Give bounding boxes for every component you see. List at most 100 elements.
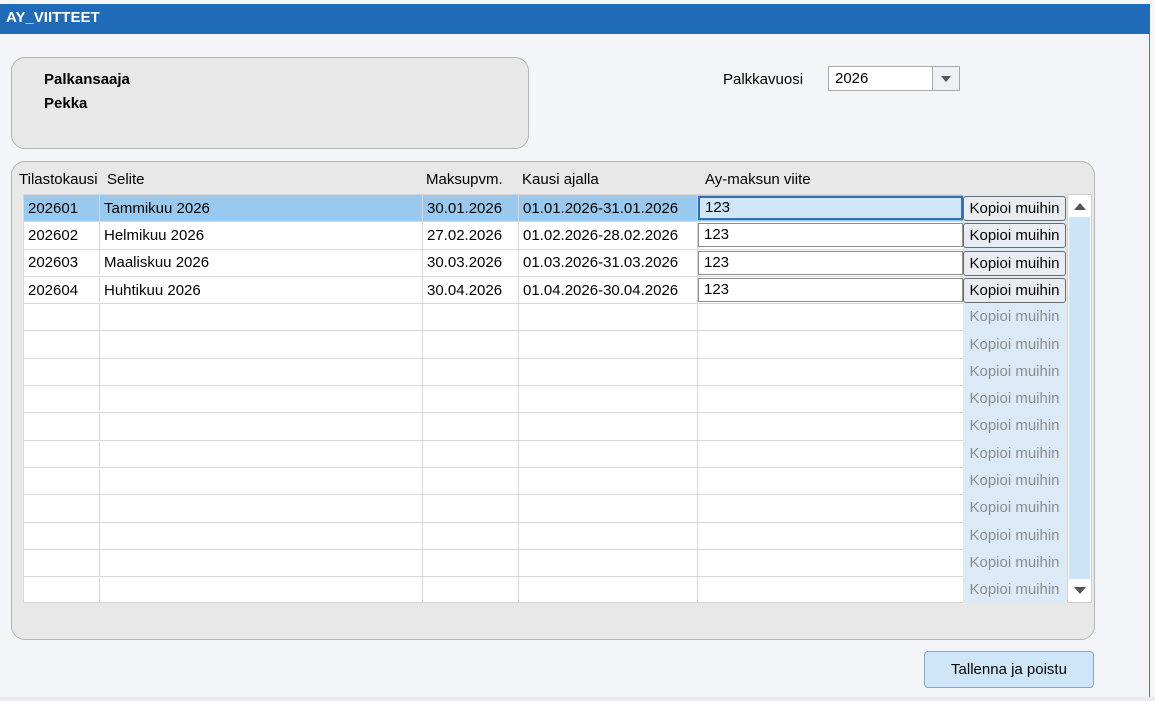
cell-selite xyxy=(99,303,423,332)
copy-to-others-button[interactable]: Kopioi muihin xyxy=(963,223,1066,248)
save-and-exit-button[interactable]: Tallenna ja poistu xyxy=(924,651,1094,688)
scrollbar-track[interactable] xyxy=(1069,217,1090,579)
scroll-up-icon[interactable] xyxy=(1074,203,1086,210)
cell-kausi: 01.04.2026-30.04.2026 xyxy=(518,275,698,305)
cell-maksupvm xyxy=(422,576,519,604)
cell-maksupvm xyxy=(422,466,519,496)
cell-kausi xyxy=(518,385,698,414)
cell-viite[interactable] xyxy=(697,548,964,578)
cell-viite[interactable]: 123 xyxy=(697,248,964,277)
cell-selite xyxy=(99,357,423,387)
table-row[interactable] xyxy=(23,412,964,441)
year-value: 2026 xyxy=(835,70,869,87)
cell-maksupvm: 30.01.2026 xyxy=(422,193,519,223)
cell-viite[interactable]: 123 xyxy=(697,221,964,250)
cell-selite xyxy=(99,330,423,359)
scroll-down-icon[interactable] xyxy=(1074,587,1086,594)
cell-tilastokausi xyxy=(23,494,100,523)
cell-tilastokausi xyxy=(23,576,100,604)
table-row[interactable]: 202602 Helmikuu 2026 27.02.2026 01.02.2026-… xyxy=(23,221,964,250)
cell-maksupvm xyxy=(422,303,519,332)
cell-viite[interactable] xyxy=(697,521,964,550)
cell-kausi xyxy=(518,548,698,578)
table-row[interactable] xyxy=(23,330,964,359)
table-row[interactable] xyxy=(23,439,964,468)
cell-viite[interactable]: 123 xyxy=(697,275,964,305)
employee-panel: Palkansaaja Pekka xyxy=(11,57,529,149)
cell-tilastokausi xyxy=(23,385,100,414)
cell-viite[interactable] xyxy=(697,494,964,523)
table-row[interactable]: 202601 Tammikuu 2026 30.01.2026 01.01.2026-… xyxy=(23,193,964,223)
table-row[interactable] xyxy=(23,576,964,604)
cell-kausi xyxy=(518,494,698,523)
column-header-kausi: Kausi ajalla xyxy=(522,171,599,188)
cell-maksupvm: 30.04.2026 xyxy=(422,275,519,305)
viite-input[interactable]: 123 xyxy=(698,196,963,221)
cell-selite: Maaliskuu 2026 xyxy=(99,248,423,277)
cell-tilastokausi: 202602 xyxy=(23,221,100,250)
table-row[interactable]: 202603 Maaliskuu 2026 30.03.2026 01.03.2026… xyxy=(23,248,964,277)
cell-maksupvm xyxy=(422,330,519,359)
cell-tilastokausi xyxy=(23,548,100,578)
table-row[interactable] xyxy=(23,385,964,414)
cell-viite[interactable] xyxy=(697,357,964,387)
cell-viite[interactable] xyxy=(697,330,964,359)
copy-to-others-button[interactable]: Kopioi muihin xyxy=(963,251,1066,276)
cell-kausi: 01.03.2026-31.03.2026 xyxy=(518,248,698,277)
cell-viite[interactable] xyxy=(697,576,964,604)
employee-name: Pekka xyxy=(44,95,88,112)
cell-viite[interactable] xyxy=(697,439,964,468)
vertical-scrollbar[interactable] xyxy=(1067,194,1092,603)
copy-to-others-button: Kopioi muihin xyxy=(969,363,1060,380)
cell-tilastokausi xyxy=(23,521,100,550)
chevron-down-icon[interactable] xyxy=(932,67,959,90)
copy-to-others-button[interactable]: Kopioi muihin xyxy=(963,278,1066,303)
cell-maksupvm xyxy=(422,357,519,387)
column-header-maksupvm: Maksupvm. xyxy=(426,171,503,188)
cell-selite xyxy=(99,548,423,578)
cell-viite[interactable]: 123 xyxy=(697,193,964,223)
table-row[interactable]: 202604 Huhtikuu 2026 30.04.2026 01.04.2026-… xyxy=(23,275,964,305)
copy-to-others-button: Kopioi muihin xyxy=(969,308,1060,325)
column-header-tilastokausi: Tilastokausi xyxy=(19,171,98,188)
cell-viite[interactable] xyxy=(697,303,964,332)
cell-selite xyxy=(99,494,423,523)
cell-tilastokausi: 202601 xyxy=(23,193,100,223)
year-label: Palkkavuosi xyxy=(723,71,804,88)
viite-input[interactable]: 123 xyxy=(698,223,963,248)
copy-to-others-button: Kopioi muihin xyxy=(969,472,1060,489)
cell-kausi: 01.01.2026-31.01.2026 xyxy=(518,193,698,223)
copy-to-others-button: Kopioi muihin xyxy=(969,554,1060,571)
cell-maksupvm: 27.02.2026 xyxy=(422,221,519,250)
cell-maksupvm: 30.03.2026 xyxy=(422,248,519,277)
copy-to-others-button[interactable]: Kopioi muihin xyxy=(963,196,1066,221)
cell-viite[interactable] xyxy=(697,385,964,414)
periods-table: 202601 Tammikuu 2026 30.01.2026 01.01.2026-… xyxy=(23,193,964,604)
table-row[interactable] xyxy=(23,521,964,550)
cell-selite xyxy=(99,466,423,496)
cell-kausi xyxy=(518,303,698,332)
cell-selite xyxy=(99,439,423,468)
column-header-selite: Selite xyxy=(107,171,145,188)
copy-to-others-button: Kopioi muihin xyxy=(969,390,1060,407)
cell-viite[interactable] xyxy=(697,466,964,496)
table-row[interactable] xyxy=(23,548,964,578)
cell-viite[interactable] xyxy=(697,412,964,441)
viite-input[interactable]: 123 xyxy=(698,278,963,303)
cell-selite: Helmikuu 2026 xyxy=(99,221,423,250)
year-dropdown[interactable]: 2026 xyxy=(828,66,960,91)
column-header-viite: Ay-maksun viite xyxy=(705,171,811,188)
cell-tilastokausi: 202603 xyxy=(23,248,100,277)
cell-selite xyxy=(99,576,423,604)
cell-selite: Tammikuu 2026 xyxy=(99,193,423,223)
viite-input[interactable]: 123 xyxy=(698,250,963,275)
taskbar-strip xyxy=(0,697,1155,701)
table-row[interactable] xyxy=(23,466,964,496)
cell-kausi xyxy=(518,357,698,387)
cell-selite: Huhtikuu 2026 xyxy=(99,275,423,305)
table-row[interactable] xyxy=(23,357,964,387)
table-row[interactable] xyxy=(23,494,964,523)
cell-selite xyxy=(99,385,423,414)
window-title: AY_VIITTEET xyxy=(0,4,1150,34)
table-row[interactable] xyxy=(23,303,964,332)
